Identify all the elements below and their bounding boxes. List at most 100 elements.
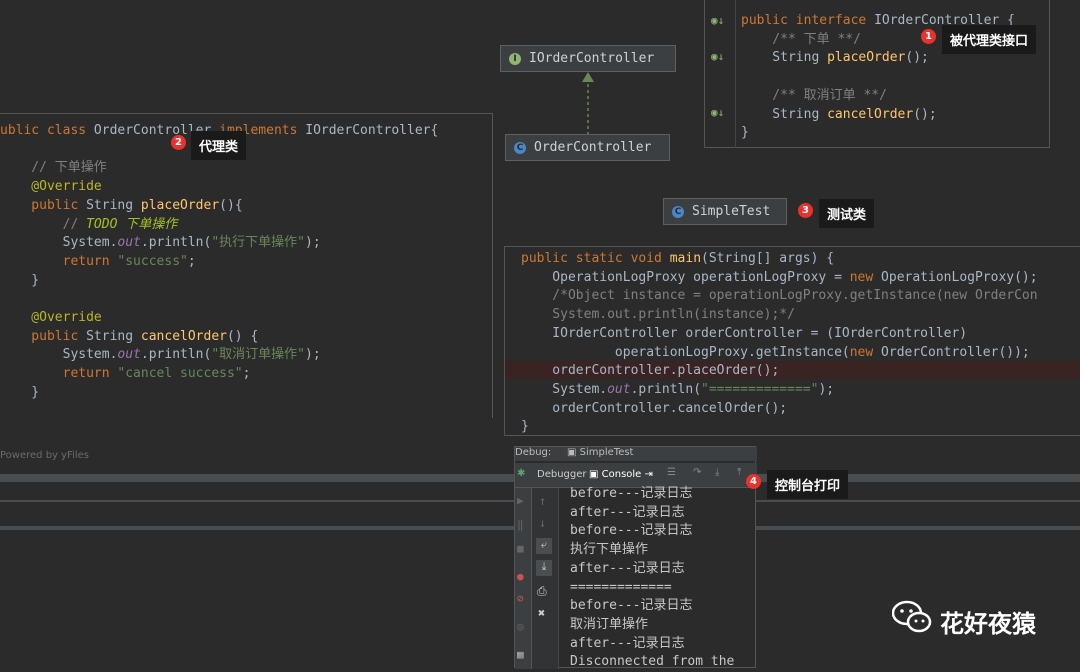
resume-icon[interactable]: ✱ <box>517 468 525 479</box>
code-line: return "success"; <box>0 253 196 271</box>
code-token: (); <box>913 106 937 122</box>
callout-badge-2: 2 <box>171 135 186 150</box>
debug-window[interactable]: Debug: ▣ SimpleTest ✱ Debugger ▣ Console… <box>514 446 757 669</box>
code-token: .println( <box>140 235 212 251</box>
print-icon[interactable]: ⎙ <box>537 584 547 599</box>
proxy-class-editor[interactable]: ublic class OrderController implements I… <box>0 113 493 418</box>
code-token: .println( <box>140 347 212 363</box>
code-line: /** 取消订单 **/ <box>741 87 887 105</box>
code-line: String cancelOrder(); <box>741 106 937 124</box>
callout-badge-4: 4 <box>746 474 761 489</box>
step-into-icon[interactable]: ⤓ <box>715 467 719 478</box>
console-line: after---记录日志 <box>570 560 685 576</box>
code-token: "success" <box>117 253 188 269</box>
code-token: .println( <box>630 381 702 397</box>
callout-label-4: 控制台打印 <box>767 470 849 499</box>
code-token: OperationLogProxy(); <box>881 269 1038 285</box>
class-icon: C <box>672 205 684 218</box>
trash-icon[interactable]: ✖ <box>538 606 545 620</box>
code-line: @Override <box>0 309 101 327</box>
soft-wrap-icon[interactable]: ⤶ <box>536 538 552 554</box>
code-token: "cancel success" <box>117 366 243 382</box>
diagram-node-test[interactable]: C SimpleTest <box>663 198 787 225</box>
code-token: IOrderController orderController = (IOrd… <box>521 325 968 341</box>
code-token: out <box>117 347 141 363</box>
console-line: before---记录日志 <box>570 486 693 501</box>
console-tab[interactable]: ▣ Console ⇥ <box>589 469 653 480</box>
console-tab-label: Console <box>601 469 642 480</box>
code-line: orderController.cancelOrder(); <box>521 400 787 418</box>
code-line: } <box>521 418 529 436</box>
code-token: String <box>86 197 141 213</box>
step-out-icon[interactable]: ⤒ <box>737 467 741 478</box>
code-token: System. <box>0 347 118 363</box>
code-token: orderController.placeOrder(); <box>521 363 780 379</box>
interface-editor[interactable]: ◉↓ ◉↓ ◉↓ public interface IOrderControll… <box>704 0 1050 148</box>
rerun-icon[interactable]: ▶ <box>517 494 524 507</box>
code-token: IOrderController{ <box>305 123 439 138</box>
code-token: TODO 下单操作 <box>86 216 178 232</box>
code-token: /*Object instance = operationLogProxy.ge… <box>521 288 1038 304</box>
console-line: before---记录日志 <box>570 598 693 614</box>
code-token: } <box>0 272 40 288</box>
code-line: OperationLogProxy operationLogProxy = ne… <box>521 269 1038 287</box>
implemented-icon[interactable]: ◉↓ <box>711 14 724 27</box>
diagram-node-interface[interactable]: I IOrderController <box>500 45 676 72</box>
class-icon: C <box>514 141 526 154</box>
code-token: () { <box>226 328 259 344</box>
pause-icon[interactable]: ‖ <box>517 518 524 531</box>
watermark-text: 花好夜猿 <box>940 610 1036 638</box>
code-token: ublic class <box>0 123 94 138</box>
implemented-icon[interactable]: ◉↓ <box>711 50 724 63</box>
console-line: 执行下单操作 <box>570 542 649 558</box>
code-line: @Override <box>0 178 101 196</box>
debugger-tab[interactable]: Debugger <box>537 469 587 480</box>
code-line: String placeOrder(); <box>741 49 929 67</box>
scroll-up-icon[interactable]: ↑ <box>539 494 546 508</box>
code-line: System.out.println(instance);*/ <box>521 306 795 324</box>
code-token: (String[] args) { <box>701 251 835 266</box>
diagram-node-class[interactable]: C OrderController <box>505 134 670 161</box>
inheritance-arrow <box>582 72 594 134</box>
code-line: // TODO 下单操作 <box>0 216 178 234</box>
code-line: /*Object instance = operationLogProxy.ge… <box>521 287 1038 305</box>
debug-file-tab[interactable]: ▣ SimpleTest <box>567 447 633 458</box>
callout-label-2: 代理类 <box>191 131 247 160</box>
code-line: public String placeOrder(){ <box>0 197 242 215</box>
code-token: "取消订单操作" <box>211 347 305 363</box>
scroll-down-icon[interactable]: ↓ <box>539 516 546 530</box>
code-line: public String cancelOrder() { <box>0 328 258 346</box>
code-token: OperationLogProxy operationLogProxy = <box>521 269 850 285</box>
debug-tab[interactable]: Debug: <box>515 447 551 458</box>
code-line: operationLogProxy.getInstance(new OrderC… <box>521 344 1030 362</box>
code-token: main <box>669 251 702 266</box>
code-token: orderController.cancelOrder(); <box>521 400 788 416</box>
code-token: String <box>741 50 828 66</box>
code-line: public static void main(String[] args) { <box>521 250 834 268</box>
code-token: return <box>0 253 118 269</box>
code-token: cancelOrder <box>140 328 227 344</box>
implemented-icon[interactable]: ◉↓ <box>711 106 724 119</box>
code-token: String <box>741 106 828 122</box>
camera-icon[interactable]: ◎ <box>517 620 524 633</box>
code-token: // 下单操作 <box>0 160 107 176</box>
layout-icon[interactable]: ▦ <box>517 648 524 661</box>
code-line: } <box>0 272 39 290</box>
step-over-icon[interactable]: ↷ <box>693 467 701 478</box>
code-token: public interface <box>741 13 875 28</box>
console-line: before---记录日志 <box>570 523 693 539</box>
code-token: placeOrder <box>827 50 906 66</box>
mute-breakpoints-icon[interactable]: ⊘ <box>517 592 524 605</box>
code-token: System. <box>521 381 608 397</box>
console-line: Disconnected from the <box>570 654 735 670</box>
code-line: IOrderController orderController = (IOrd… <box>521 325 967 343</box>
toolbar-icon[interactable]: ☰ <box>667 467 676 478</box>
code-token: ); <box>305 347 321 363</box>
code-token: System.out.println(instance);*/ <box>521 307 795 323</box>
test-class-editor[interactable]: public static void main(String[] args) {… <box>504 246 1080 436</box>
breakpoints-icon[interactable]: ● <box>517 570 524 583</box>
debug-side-toolbar: ▶ ‖ ■ ● ⊘ ◎ ▦ <box>515 488 532 669</box>
code-token: /** 下单 **/ <box>741 31 861 47</box>
stop-icon[interactable]: ■ <box>517 542 524 555</box>
scroll-to-end-icon[interactable]: ⤓ <box>536 560 552 576</box>
